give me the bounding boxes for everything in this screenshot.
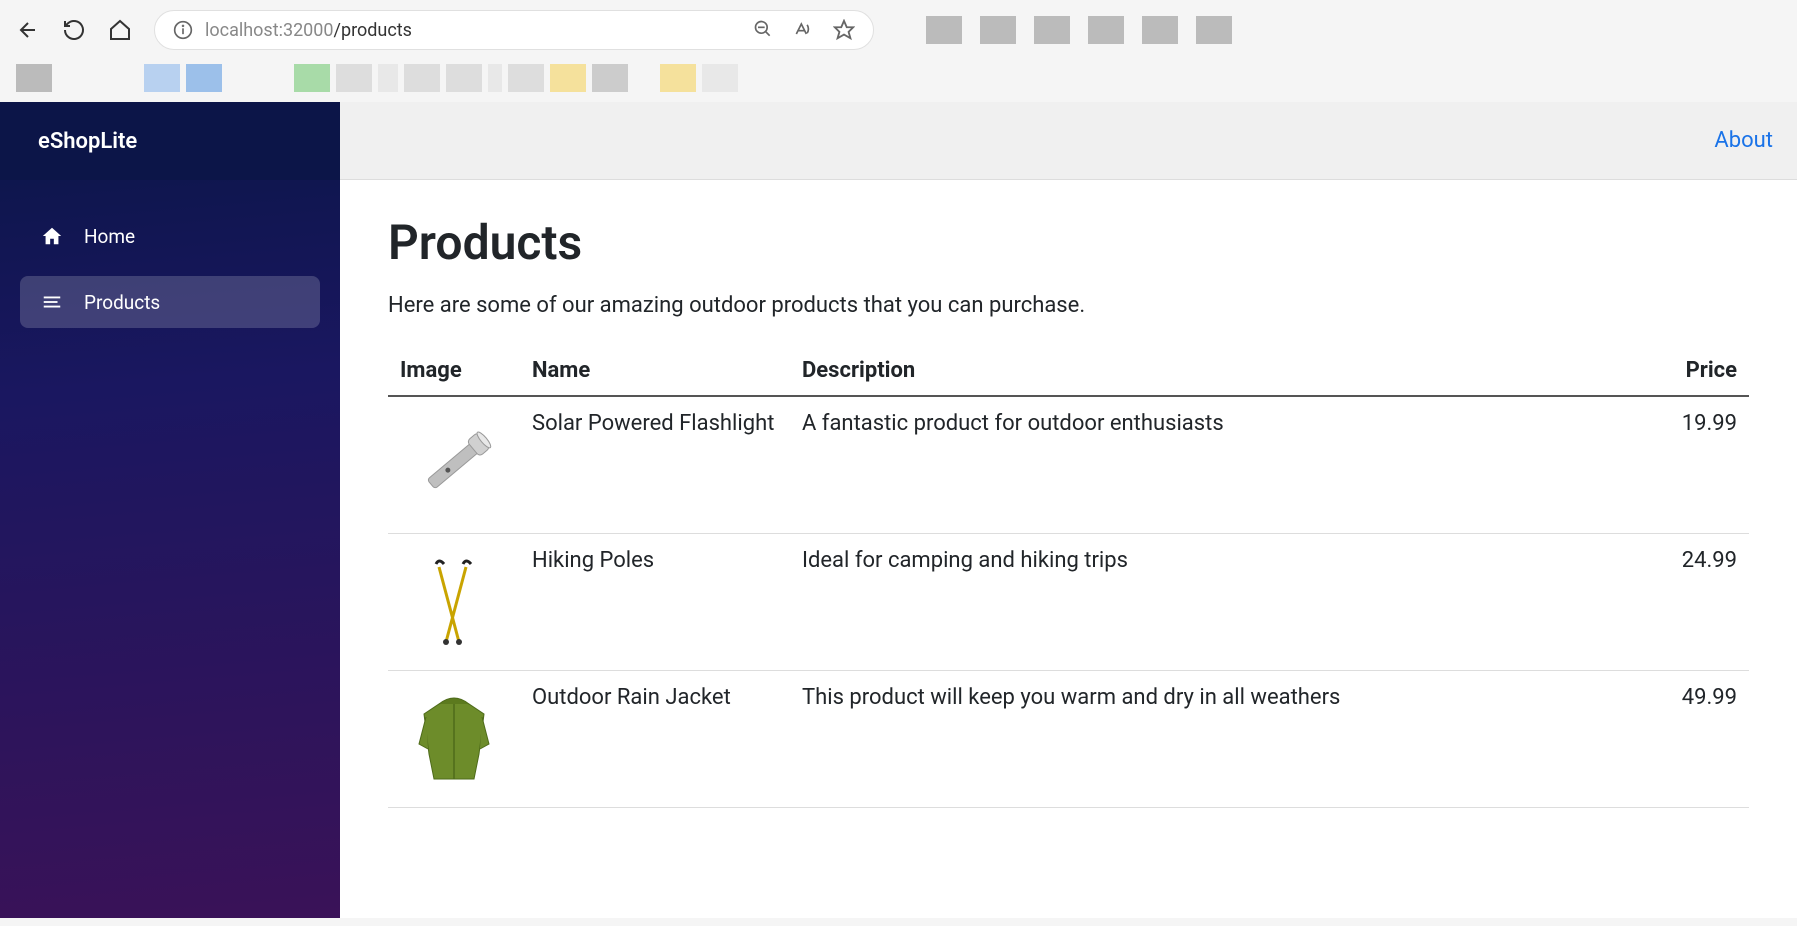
col-price: Price — [1631, 348, 1749, 396]
url-text: localhost:32000/products — [205, 20, 741, 41]
zoom-out-icon[interactable] — [753, 19, 773, 41]
about-link[interactable]: About — [1714, 128, 1773, 153]
url-host: localhost — [205, 20, 279, 41]
browser-chrome: localhost:32000/products — [0, 0, 1797, 60]
product-image — [400, 411, 508, 519]
col-description: Description — [790, 348, 1631, 396]
menu-icon — [40, 290, 64, 314]
content: Products Here are some of our amazing ou… — [340, 180, 1797, 842]
product-price: 49.99 — [1631, 671, 1749, 808]
sidebar-item-label: Home — [84, 225, 135, 248]
product-image — [400, 548, 508, 656]
table-row: Outdoor Rain JacketThis product will kee… — [388, 671, 1749, 808]
col-name: Name — [520, 348, 790, 396]
back-icon[interactable] — [16, 18, 40, 42]
product-description: Ideal for camping and hiking trips — [790, 534, 1631, 671]
table-header-row: Image Name Description Price — [388, 348, 1749, 396]
product-image-cell — [388, 671, 520, 808]
product-description: This product will keep you warm and dry … — [790, 671, 1631, 808]
sidebar-item-label: Products — [84, 291, 160, 314]
product-name: Outdoor Rain Jacket — [520, 671, 790, 808]
products-table: Image Name Description Price Solar Power… — [388, 348, 1749, 808]
refresh-icon[interactable] — [62, 18, 86, 42]
col-image: Image — [388, 348, 520, 396]
product-image-cell — [388, 396, 520, 534]
sidebar-item-products[interactable]: Products — [20, 276, 320, 328]
home-icon — [40, 224, 64, 248]
address-bar[interactable]: localhost:32000/products — [154, 10, 874, 50]
top-header: About — [340, 102, 1797, 180]
favorite-icon[interactable] — [833, 19, 855, 41]
sidebar: eShopLite Home Products — [0, 102, 340, 918]
page-title: Products — [388, 214, 1749, 271]
sidebar-item-home[interactable]: Home — [20, 210, 320, 262]
product-image — [400, 685, 508, 793]
product-price: 24.99 — [1631, 534, 1749, 671]
favorite-bar — [0, 60, 1797, 102]
info-icon[interactable] — [173, 20, 193, 40]
page-subtitle: Here are some of our amazing outdoor pro… — [388, 293, 1749, 318]
read-aloud-icon[interactable] — [793, 19, 813, 41]
product-price: 19.99 — [1631, 396, 1749, 534]
app-shell: eShopLite Home Products About Products H… — [0, 102, 1797, 918]
table-row: Hiking PolesIdeal for camping and hiking… — [388, 534, 1749, 671]
table-row: Solar Powered FlashlightA fantastic prod… — [388, 396, 1749, 534]
home-nav-icon[interactable] — [108, 18, 132, 42]
main-area: About Products Here are some of our amaz… — [340, 102, 1797, 918]
sidebar-nav: Home Products — [0, 180, 340, 362]
browser-extensions-area — [926, 16, 1232, 44]
product-name: Hiking Poles — [520, 534, 790, 671]
product-name: Solar Powered Flashlight — [520, 396, 790, 534]
product-image-cell — [388, 534, 520, 671]
brand-title[interactable]: eShopLite — [0, 102, 340, 180]
url-port: :32000 — [279, 20, 334, 41]
url-path: /products — [334, 20, 412, 41]
product-description: A fantastic product for outdoor enthusia… — [790, 396, 1631, 534]
